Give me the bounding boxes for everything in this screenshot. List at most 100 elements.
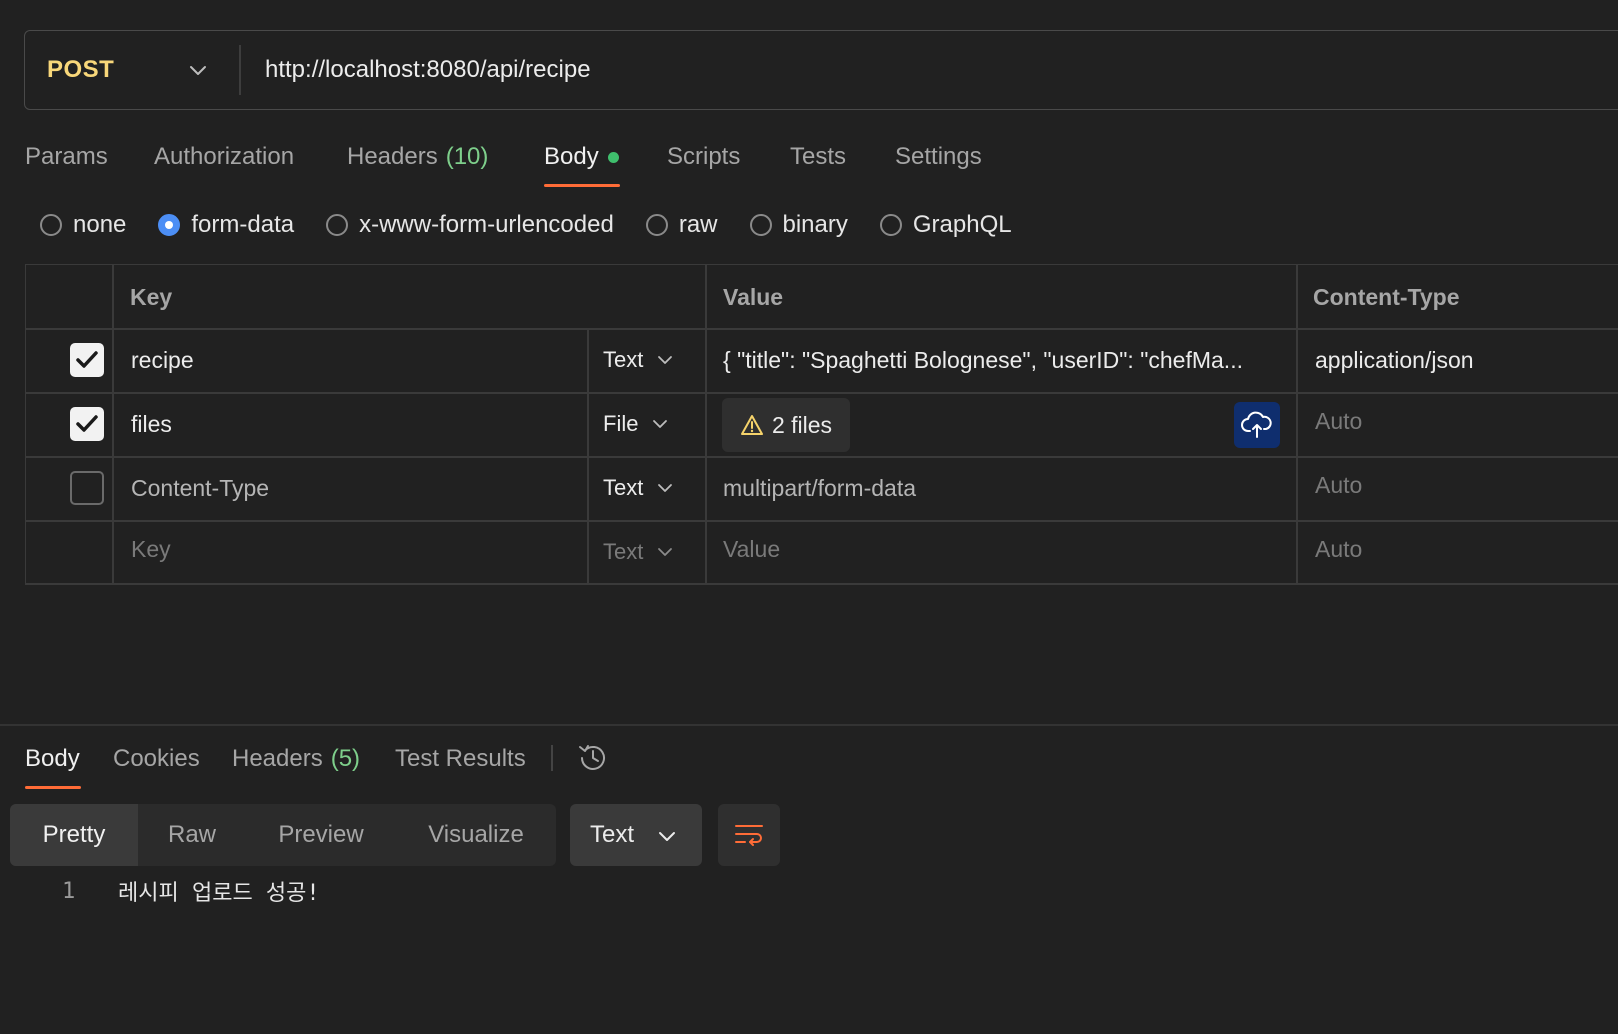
key-cell[interactable]: Content-Type xyxy=(131,471,269,505)
column-header-value: Value xyxy=(723,284,784,310)
radio-label: GraphQL xyxy=(912,211,1012,238)
tab-tests[interactable]: Tests xyxy=(790,140,846,174)
row-checkbox[interactable] xyxy=(70,343,104,377)
tab-label: Body xyxy=(25,745,80,772)
type-label: Text xyxy=(603,347,644,372)
value-cell[interactable]: { "title": "Spaghetti Bolognese", "userI… xyxy=(723,343,1285,377)
radio-graphql[interactable]: GraphQL xyxy=(879,211,1012,239)
headers-count-badge: (5) xyxy=(330,745,361,772)
radio-circle[interactable] xyxy=(879,214,902,236)
table-divider xyxy=(112,264,114,584)
url-input[interactable]: http://localhost:8080/api/recipe xyxy=(265,31,591,109)
table-divider xyxy=(1296,264,1298,584)
content-type-cell[interactable]: Auto xyxy=(1315,468,1362,502)
tab-body[interactable]: Body xyxy=(544,140,619,174)
radio-none[interactable]: none xyxy=(40,211,126,239)
cloud-upload-icon xyxy=(1241,411,1272,438)
value-input[interactable]: Value xyxy=(723,532,780,566)
response-tab-headers[interactable]: Headers (5) xyxy=(232,742,360,776)
chevron-down-icon[interactable] xyxy=(185,57,211,83)
view-pretty-button[interactable]: Pretty xyxy=(10,804,138,866)
tab-authorization[interactable]: Authorization xyxy=(154,140,294,174)
view-visualize-button[interactable]: Visualize xyxy=(396,804,556,866)
tab-settings[interactable]: Settings xyxy=(895,140,982,174)
type-select[interactable]: Text xyxy=(603,471,675,505)
tab-label: Authorization xyxy=(154,143,295,170)
tab-headers[interactable]: Headers (10) xyxy=(347,140,488,174)
radio-form-data[interactable]: form-data xyxy=(158,211,294,239)
row-checkbox[interactable] xyxy=(70,407,104,441)
type-select[interactable]: File xyxy=(603,407,670,441)
wrap-lines-button[interactable] xyxy=(718,804,780,866)
format-select[interactable]: Text xyxy=(570,804,702,866)
body-modified-dot xyxy=(607,151,619,163)
type-label: Text xyxy=(603,475,644,500)
tab-params[interactable]: Params xyxy=(25,140,108,174)
radio-label: raw xyxy=(678,211,718,238)
table-divider xyxy=(25,392,1618,394)
column-header-content-type: Content-Type xyxy=(1313,284,1460,310)
tab-label: Params xyxy=(25,143,108,170)
response-body-line: 레시피 업로드 성공! xyxy=(118,881,320,906)
response-tab-test-results[interactable]: Test Results xyxy=(395,742,526,776)
body-mode-group: none form-data x-www-form-urlencoded raw… xyxy=(40,208,1044,242)
response-tab-body[interactable]: Body xyxy=(25,742,80,776)
type-select[interactable]: Text xyxy=(603,535,675,569)
table-divider xyxy=(587,328,589,584)
radio-label: form-data xyxy=(191,211,295,238)
url-bar: POST http://localhost:8080/api/recipe xyxy=(24,30,1618,110)
radio-label: none xyxy=(73,211,127,238)
files-chip[interactable]: 2 files xyxy=(722,398,850,452)
radio-urlencoded[interactable]: x-www-form-urlencoded xyxy=(326,211,614,239)
content-type-cell[interactable]: Auto xyxy=(1315,404,1362,438)
key-cell[interactable]: files xyxy=(131,407,172,441)
type-select[interactable]: Text xyxy=(603,343,675,377)
view-raw-button[interactable]: Raw xyxy=(138,804,246,866)
line-number: 1 xyxy=(62,878,76,904)
table-divider xyxy=(25,520,1618,522)
upload-file-button[interactable] xyxy=(1234,402,1280,448)
format-label: Text xyxy=(590,821,635,848)
url-divider xyxy=(239,45,241,95)
row-checkbox[interactable] xyxy=(70,471,104,505)
radio-circle[interactable] xyxy=(40,214,62,236)
check-icon xyxy=(76,415,98,432)
table-divider xyxy=(25,328,1618,330)
wrap-lines-icon xyxy=(735,825,763,846)
type-label: File xyxy=(603,411,639,436)
radio-circle[interactable] xyxy=(645,214,668,236)
headers-count-badge: (10) xyxy=(445,143,489,170)
radio-label: x-www-form-urlencoded xyxy=(359,211,614,238)
active-tab-indicator xyxy=(25,786,81,789)
value-cell[interactable]: multipart/form-data xyxy=(723,471,916,505)
tab-scripts[interactable]: Scripts xyxy=(667,140,740,174)
radio-label: binary xyxy=(782,211,848,238)
radio-circle[interactable] xyxy=(326,214,349,236)
chevron-down-icon xyxy=(658,484,673,492)
key-input[interactable]: Key xyxy=(131,532,171,566)
content-type-cell[interactable]: application/json xyxy=(1315,343,1474,377)
tab-label: Test Results xyxy=(395,745,526,772)
column-header-key: Key xyxy=(130,284,173,310)
type-label: Text xyxy=(603,539,644,564)
radio-circle[interactable] xyxy=(749,214,772,236)
tab-label: Cookies xyxy=(113,745,200,772)
tab-separator xyxy=(551,745,553,771)
table-divider xyxy=(25,583,1618,585)
chevron-down-icon xyxy=(659,832,675,841)
content-type-cell[interactable]: Auto xyxy=(1315,532,1362,566)
tab-label: Headers xyxy=(232,745,323,772)
warning-icon xyxy=(740,415,763,435)
chevron-down-icon xyxy=(653,420,668,428)
radio-binary[interactable]: binary xyxy=(749,211,848,239)
method-select[interactable]: POST xyxy=(47,31,114,109)
radio-raw[interactable]: raw xyxy=(645,211,718,239)
response-tab-cookies[interactable]: Cookies xyxy=(113,742,200,776)
radio-circle[interactable] xyxy=(158,214,181,236)
response-divider xyxy=(0,724,1618,726)
view-preview-button[interactable]: Preview xyxy=(246,804,396,866)
tab-label: Settings xyxy=(895,143,982,170)
key-cell[interactable]: recipe xyxy=(131,343,194,377)
active-tab-indicator xyxy=(544,184,620,187)
history-icon[interactable] xyxy=(576,741,610,775)
